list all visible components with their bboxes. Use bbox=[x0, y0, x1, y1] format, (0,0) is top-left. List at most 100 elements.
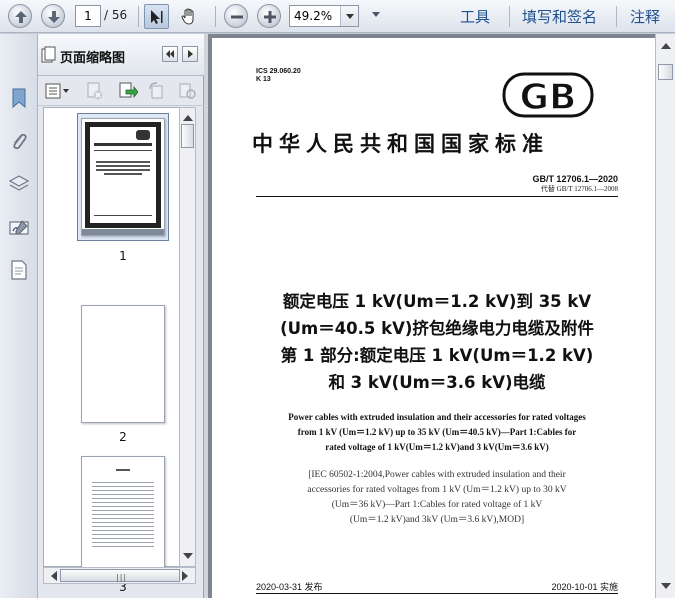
thumbnail-1-cover-inner bbox=[90, 127, 156, 223]
menu-divider bbox=[616, 6, 617, 27]
thumbnail-1-footer bbox=[82, 229, 164, 235]
scrollbar-thumb[interactable] bbox=[658, 64, 673, 80]
attachments-button[interactable] bbox=[5, 128, 33, 156]
iec-reference-line: accessories for rated voltages from 1 kV… bbox=[307, 485, 567, 495]
title-en-line: from 1 kV (Um＝1.2 kV) up to 35 kV (Um＝40… bbox=[297, 427, 577, 437]
ics-code: ICS 29.060.20 K 13 bbox=[256, 68, 301, 84]
toolbar-more-icon[interactable] bbox=[372, 12, 380, 21]
signatures-button[interactable] bbox=[5, 214, 33, 242]
document-page: ICS 29.060.20 K 13 GB 中华人民共和国国家标准 GB/T 1… bbox=[212, 38, 662, 598]
thumbnail-1-text bbox=[96, 161, 150, 163]
page-properties-icon bbox=[179, 83, 196, 99]
grip-icon: ||| bbox=[116, 573, 128, 582]
thumbnail-options-button[interactable] bbox=[44, 81, 72, 101]
thumbnails-header: 页面缩略图 bbox=[38, 34, 204, 76]
thumbnail-1-rule bbox=[94, 150, 152, 151]
footer-rule bbox=[256, 593, 618, 594]
title-zh-line: (Um＝40.5 kV)挤包绝缘电力电缆及附件 bbox=[280, 319, 594, 338]
hand-icon bbox=[181, 8, 194, 25]
zoom-in-button[interactable] bbox=[257, 4, 281, 28]
navigation-pane bbox=[0, 34, 38, 598]
thumbnail-page-3[interactable] bbox=[81, 456, 165, 574]
layers-icon bbox=[8, 175, 30, 191]
thumbnail-3-toc-lines bbox=[92, 479, 154, 549]
scrollbar-thumb[interactable]: ||| bbox=[60, 569, 180, 582]
zoom-out-button[interactable] bbox=[224, 4, 248, 28]
fill-and-sign-menu[interactable]: 填写和签名 bbox=[522, 6, 597, 27]
standard-name: 中华人民共和国国家标准 bbox=[252, 131, 549, 156]
k-line: K 13 bbox=[256, 76, 271, 83]
top-toolbar: 1 / 56 49.2% 工具 填写和签名 注释 bbox=[0, 0, 675, 33]
thumbnail-label-2: 2 bbox=[119, 430, 127, 444]
scroll-right-icon[interactable] bbox=[182, 571, 193, 581]
thumbnail-1-logo bbox=[136, 130, 150, 140]
thumbnail-list[interactable]: 1 2 3 bbox=[43, 107, 185, 594]
delete-page-icon bbox=[87, 82, 103, 100]
implementation-date: 2020-10-01 实施 bbox=[551, 582, 618, 592]
delete-pages-button[interactable] bbox=[84, 81, 106, 101]
thumbnail-3-heading bbox=[116, 469, 130, 471]
tools-menu[interactable]: 工具 bbox=[460, 6, 490, 27]
iec-reference-line: [IEC 60502-1:2004,Power cables with extr… bbox=[308, 470, 566, 480]
paperclip-icon bbox=[13, 133, 27, 150]
collapse-panel-button[interactable] bbox=[162, 46, 178, 62]
thumbnail-page-2[interactable] bbox=[81, 305, 165, 423]
thumbnail-label-1: 1 bbox=[119, 249, 127, 263]
scrollbar-thumb[interactable] bbox=[181, 124, 194, 148]
chevron-down-icon[interactable] bbox=[340, 6, 358, 26]
options-list-icon bbox=[45, 83, 69, 99]
chevron-right-icon bbox=[188, 50, 193, 58]
thumbnail-horizontal-scrollbar[interactable]: ||| bbox=[43, 567, 196, 584]
page-thumbnails-panel: 页面缩略图 1 2 3 ||| bbox=[38, 34, 204, 598]
gb-logo-text: GB bbox=[520, 77, 577, 118]
scroll-up-icon[interactable] bbox=[183, 110, 193, 121]
document-icon bbox=[11, 260, 27, 280]
thumbnail-1-text bbox=[94, 143, 152, 146]
document-view[interactable]: ICS 29.060.20 K 13 GB 中华人民共和国国家标准 GB/T 1… bbox=[208, 34, 675, 598]
title-zh-line: 额定电压 1 kV(Um＝1.2 kV)到 35 kV bbox=[282, 292, 592, 311]
scroll-down-icon[interactable] bbox=[183, 553, 193, 564]
header-rule bbox=[256, 196, 618, 197]
bookmark-icon bbox=[12, 88, 26, 109]
thumbnails-title: 页面缩略图 bbox=[60, 51, 126, 66]
title-zh-line: 和 3 kV(Um＝3.6 kV)电缆 bbox=[328, 373, 546, 392]
bookmarks-button[interactable] bbox=[5, 84, 33, 112]
arrow-up-icon bbox=[15, 11, 27, 23]
hand-tool-button[interactable] bbox=[176, 4, 201, 29]
scroll-down-icon[interactable] bbox=[661, 583, 671, 594]
iec-reference-line: (Um＝36 kV)—Part 1:Cables for rated volta… bbox=[331, 500, 543, 510]
extract-pages-button[interactable] bbox=[116, 81, 139, 101]
replaces-standard: 代替 GB/T 12706.1—2008 bbox=[540, 185, 618, 193]
comment-menu[interactable]: 注释 bbox=[630, 6, 660, 27]
page-number-input[interactable]: 1 bbox=[75, 5, 101, 27]
thumbnail-1-text bbox=[104, 173, 142, 175]
zoom-level-value: 49.2% bbox=[294, 9, 333, 23]
layers-button[interactable] bbox=[5, 170, 33, 198]
thumbnail-1-text bbox=[96, 169, 150, 171]
signature-pen-icon bbox=[9, 220, 29, 235]
title-en-line: Power cables with extruded insulation an… bbox=[288, 412, 586, 422]
rotate-page-icon bbox=[149, 82, 163, 99]
menu-divider bbox=[509, 6, 510, 27]
plus-icon bbox=[264, 11, 276, 23]
text-cursor-arrow-icon bbox=[151, 10, 163, 24]
expand-panel-button[interactable] bbox=[182, 46, 198, 62]
thumbnail-page-1[interactable] bbox=[81, 118, 165, 236]
thumbnail-vertical-scrollbar[interactable] bbox=[179, 107, 196, 567]
page-content-button[interactable] bbox=[5, 256, 33, 284]
scroll-left-icon[interactable] bbox=[46, 571, 57, 581]
scroll-up-icon[interactable] bbox=[661, 38, 671, 49]
extract-page-icon bbox=[119, 82, 139, 99]
thumbnails-toolbar bbox=[38, 76, 204, 106]
next-page-button[interactable] bbox=[41, 4, 65, 28]
rotate-pages-button[interactable] bbox=[146, 81, 168, 101]
select-tool-button[interactable] bbox=[144, 4, 169, 29]
previous-page-button[interactable] bbox=[8, 4, 32, 28]
document-vertical-scrollbar[interactable] bbox=[655, 34, 675, 598]
iec-reference-line: (Um＝1.2 kV)and 3kV (Um＝3.6 kV),MOD] bbox=[349, 515, 525, 525]
thumbnail-1-cover bbox=[85, 122, 161, 228]
title-zh-line: 第 1 部分:额定电压 1 kV(Um＝1.2 kV) bbox=[280, 346, 594, 365]
print-pages-button[interactable] bbox=[176, 81, 198, 101]
zoom-level-select[interactable]: 49.2% bbox=[289, 5, 359, 27]
ics-line: ICS 29.060.20 bbox=[256, 68, 301, 75]
